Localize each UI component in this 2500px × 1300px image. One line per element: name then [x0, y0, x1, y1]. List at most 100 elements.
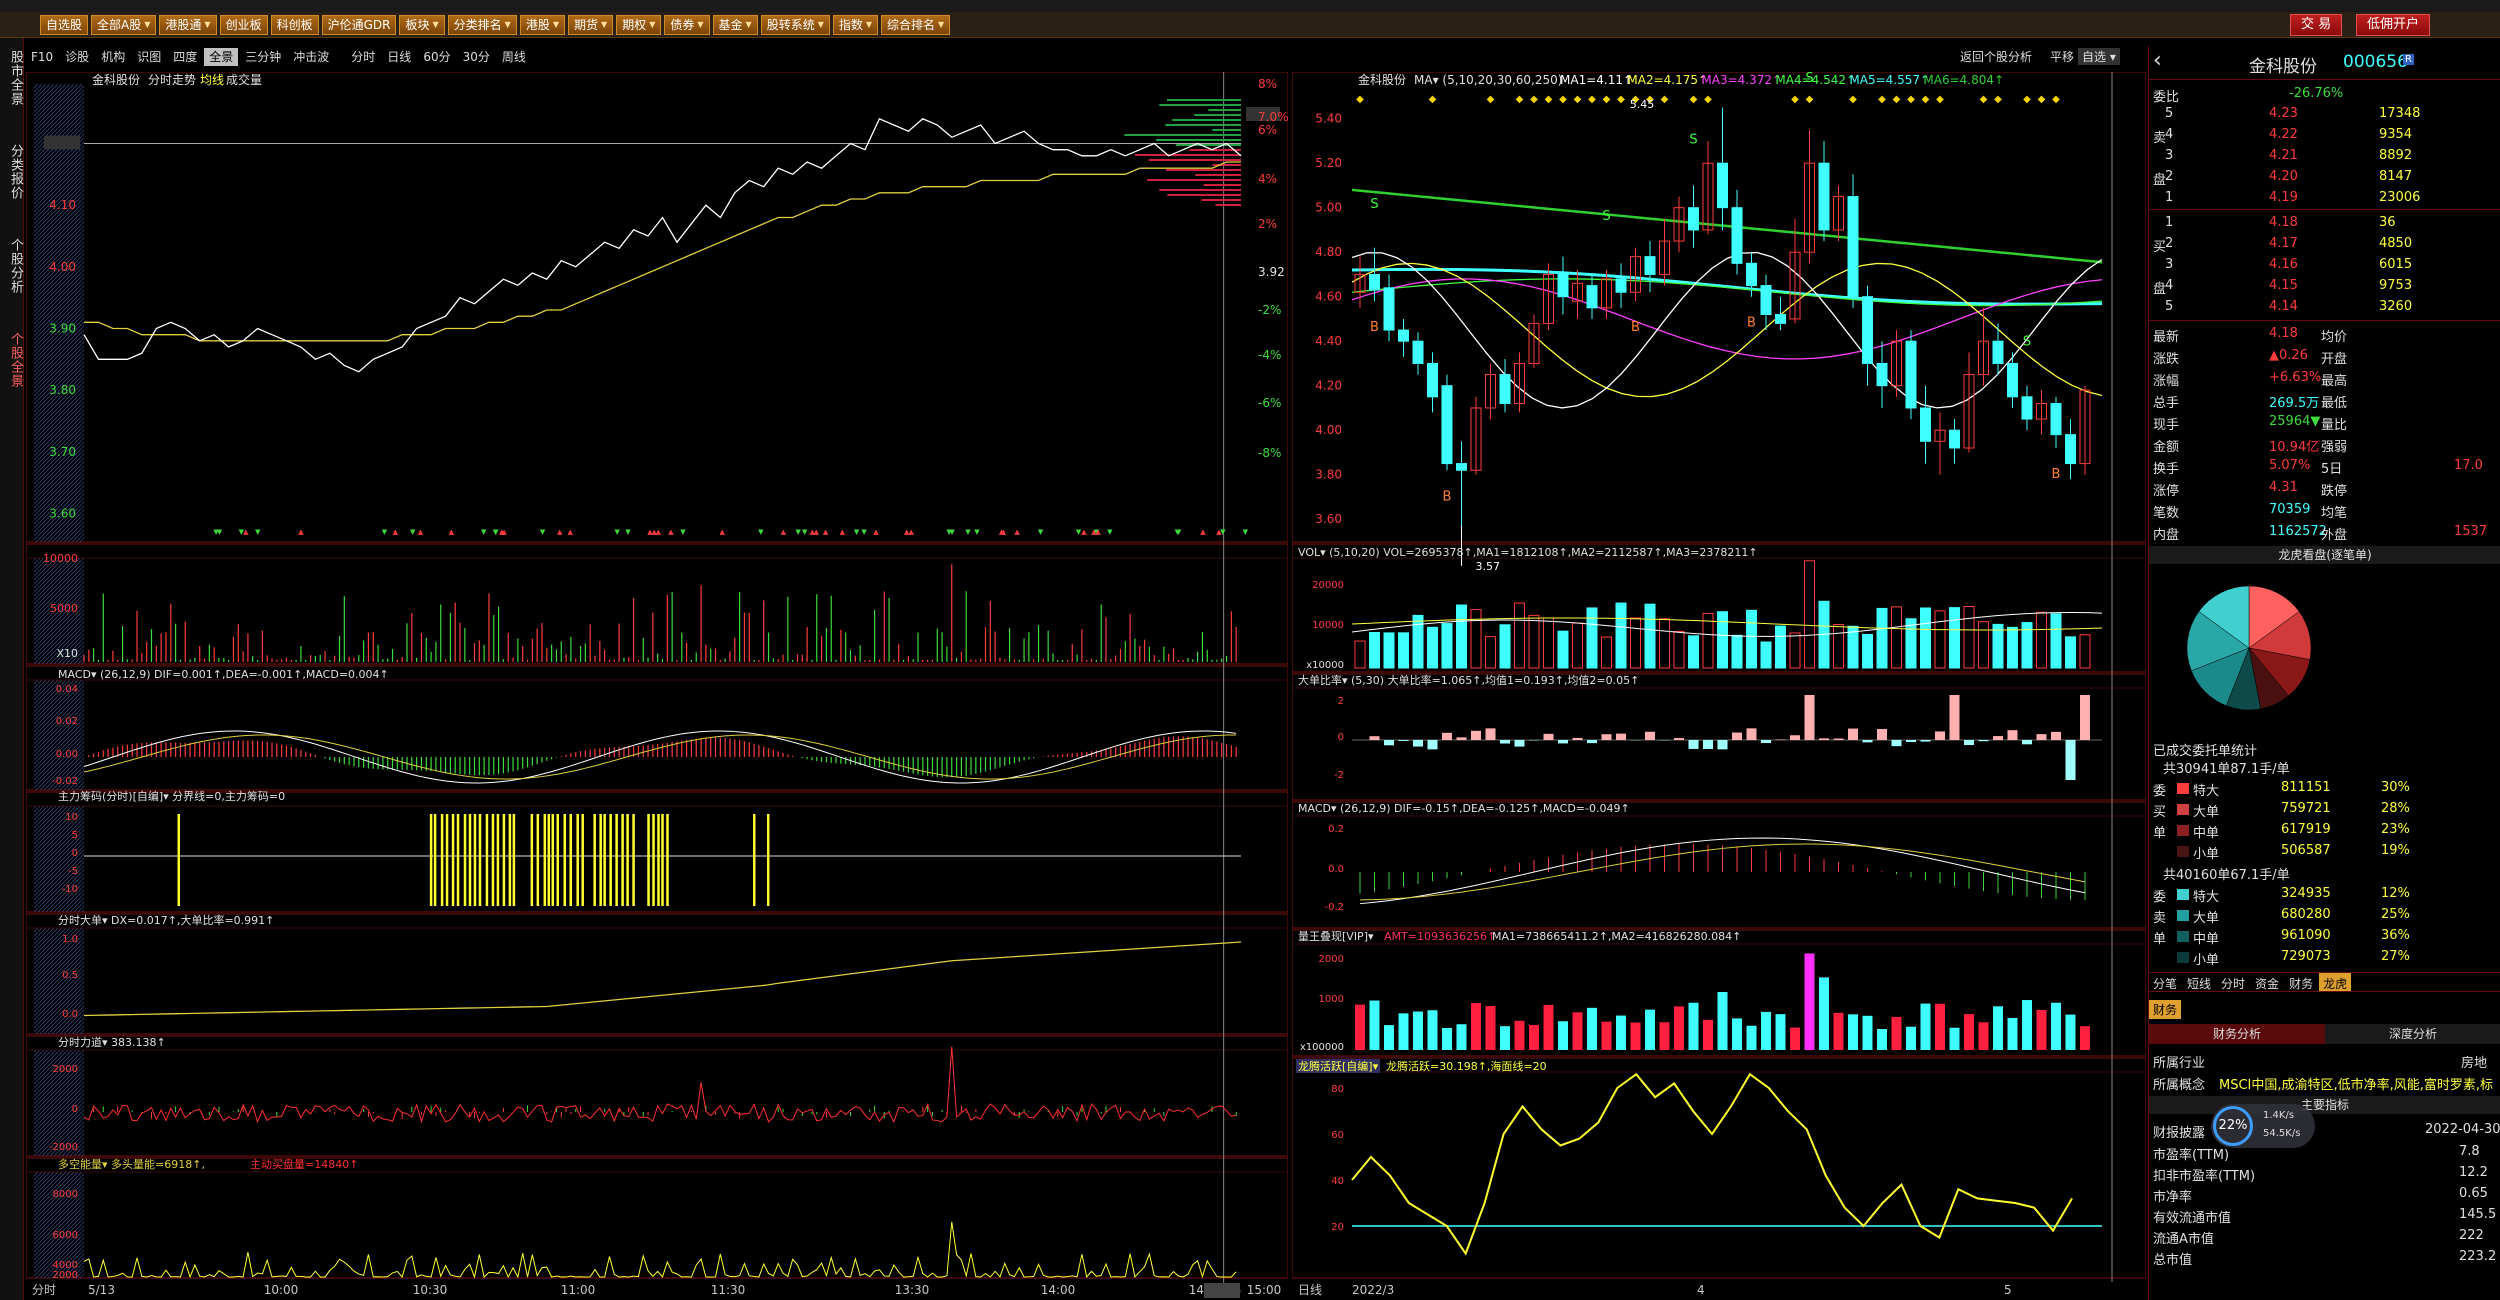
left-tab-0[interactable]: 股市全景 — [1, 46, 23, 110]
back-to-analysis-link[interactable]: 返回个股分析 — [1960, 48, 2032, 65]
color-swatch — [2177, 783, 2189, 794]
trade-marker: ▲ — [840, 528, 846, 536]
toolbar-tab-0[interactable]: F10 — [26, 48, 58, 66]
trade-marker: ▼ — [974, 528, 980, 536]
back-arrow-icon[interactable]: ‹ — [2153, 48, 2162, 73]
menu-item-0[interactable]: 自选股 — [40, 14, 89, 35]
menu-item-7[interactable]: 分类排名 ▼ — [447, 14, 517, 35]
stat-row: 总手 269.5万 最低 — [2149, 390, 2500, 411]
lwdx-rest: MA1=738665411.2↑,MA2=416826280.084↑ — [1492, 930, 1741, 943]
toolbar-tab-5[interactable]: 全景 — [204, 48, 239, 66]
kprice-tick: 4.00 — [1315, 423, 1342, 437]
menu-item-11[interactable]: 债券 ▼ — [664, 14, 710, 35]
ddbl-tick: -2 — [1334, 770, 1344, 781]
trade-marker: ▼ — [1038, 528, 1044, 536]
intraday-chart-area[interactable]: 金科股份分时走势均线成交量4.204.104.003.903.803.703.6… — [26, 72, 1288, 1300]
ddbl-tick: 0 — [1338, 732, 1344, 743]
menu-item-13[interactable]: 股转系统 ▼ — [760, 14, 830, 35]
quote-tab-2[interactable]: 分时 — [2217, 973, 2249, 991]
menu-item-3[interactable]: 创业板 — [219, 14, 268, 35]
left-tab-1[interactable]: 分类报价 — [1, 140, 23, 204]
toolbar-tab-3[interactable]: 识图 — [132, 48, 166, 66]
kvol-bar — [1963, 605, 1975, 669]
quote-tab-4[interactable]: 财务 — [2285, 973, 2317, 991]
lwdx-bar — [1761, 1011, 1771, 1050]
trade-marker: ▼ — [854, 528, 860, 536]
left-tab-3[interactable]: 个股全景 — [1, 328, 23, 392]
avg-price-line — [84, 161, 1241, 342]
menu-item-14[interactable]: 指数 ▼ — [832, 14, 879, 35]
kvol-bar — [1427, 626, 1438, 669]
macd-label: MACD▾ (26,12,9) DIF=0.001↑,DEA=-0.001↑,M… — [58, 668, 389, 681]
pct-tick: -2% — [1258, 303, 1281, 317]
quote-tab-0[interactable]: 分笔 — [2149, 973, 2181, 991]
fin-label: 有效流通市值 — [2153, 1211, 2232, 1226]
toolbar-tab-2[interactable]: 机构 — [96, 48, 130, 66]
toolbar-tab-4[interactable]: 四度 — [168, 48, 202, 66]
toolbar-tab-7[interactable]: 冲击波 — [288, 48, 334, 66]
signal-B: B — [1631, 320, 1640, 335]
toolbar-tab-1[interactable]: 诊股 — [60, 48, 94, 66]
lwdx-bar — [1935, 1003, 1945, 1050]
fin-subtab-1[interactable]: 深度分析 — [2325, 1024, 2500, 1044]
panel-border — [26, 72, 1288, 543]
kvol-bar — [1949, 607, 1960, 669]
kprice-tick: 3.60 — [1315, 512, 1342, 526]
trade-button[interactable]: 交 易 — [2290, 14, 2343, 36]
trade-marker: ▼ — [965, 528, 971, 536]
ma60-line — [1351, 267, 2103, 306]
stat-label: 涨停 — [2153, 484, 2180, 499]
time-tick: 5/13 — [88, 1283, 115, 1297]
lwdx-bar — [1964, 1014, 1974, 1050]
menu-item-4[interactable]: 科创板 — [270, 14, 319, 35]
menu-item-10[interactable]: 期权 ▼ — [616, 14, 662, 35]
menu-item-2[interactable]: 港股通 ▼ — [159, 14, 217, 35]
watchlist-select[interactable]: 自选 ▾ — [2078, 48, 2120, 65]
ddbl-tick: 2 — [1338, 696, 1344, 707]
signal-S: S — [1602, 209, 1610, 224]
pan-button[interactable]: 平移 — [2050, 48, 2074, 65]
stat-row: 最新 4.18 均价 — [2149, 324, 2500, 345]
kline-chart-area[interactable]: 金科股份 MA▾ (5,10,20,30,60,250)MA1=4.11↑MA2=… — [1292, 72, 2146, 1300]
menu-item-5[interactable]: 沪伦通GDR — [321, 14, 397, 35]
fin-subtab-0[interactable]: 财务分析 — [2149, 1024, 2325, 1044]
stat-label: 金额 — [2153, 440, 2180, 455]
ddbl-bar — [1384, 740, 1394, 746]
menu-item-12[interactable]: 基金 ▼ — [712, 14, 758, 35]
left-tab-2[interactable]: 个股分析 — [1, 234, 23, 298]
kvol-bar — [1398, 632, 1409, 669]
candle-body — [1398, 329, 1409, 342]
ddbl-bar — [1398, 740, 1409, 741]
signal-diamond: ◆ — [1806, 94, 1814, 105]
menu-item-15[interactable]: 综合排名 ▼ — [881, 14, 951, 35]
quote-tab-5[interactable]: 龙虎 — [2319, 973, 2352, 991]
signal-diamond: ◆ — [1980, 94, 1988, 105]
toolbar-tab-8[interactable]: 分时 — [346, 48, 380, 66]
toolbar-tab-11[interactable]: 30分 — [458, 48, 495, 66]
menu-item-1[interactable]: 全部A股 ▼ — [91, 14, 157, 35]
open-account-button[interactable]: 低佣开户 — [2356, 14, 2431, 36]
toolbar-tab-10[interactable]: 60分 — [418, 48, 455, 66]
level-b: 5 — [2165, 299, 2174, 314]
menu-item-9[interactable]: 期货 ▼ — [568, 14, 614, 35]
lwdx-bar — [1529, 1024, 1539, 1050]
lwdx-bar — [1572, 1012, 1583, 1050]
quote-tab-3[interactable]: 资金 — [2251, 973, 2283, 991]
sell-size-row: 单 中单 961090 36% — [2149, 926, 2500, 947]
kvol-bar — [1891, 606, 1902, 669]
menu-item-8[interactable]: 港股 ▼ — [519, 14, 565, 35]
menu-item-label: 创业板 — [225, 17, 262, 32]
lwdx-bar — [1500, 1026, 1510, 1050]
toolbar-tab-12[interactable]: 周线 — [497, 48, 531, 66]
trade-marker: ▲ — [393, 528, 399, 536]
quote-tab-1[interactable]: 短线 — [2183, 973, 2215, 991]
fin-tab[interactable]: 财务 — [2149, 1000, 2182, 1019]
signal-diamond: ◆ — [2038, 94, 2046, 105]
trade-marker: ▲ — [243, 528, 249, 536]
toolbar-tab-9[interactable]: 日线 — [382, 48, 416, 66]
ddbl-bar — [1732, 732, 1742, 740]
toolbar-tab-6[interactable]: 三分钟 — [240, 48, 286, 66]
zlcm-tick: -10 — [62, 884, 78, 895]
menu-item-6[interactable]: 板块 ▼ — [399, 14, 445, 35]
ddbl-bar — [1978, 740, 1989, 742]
